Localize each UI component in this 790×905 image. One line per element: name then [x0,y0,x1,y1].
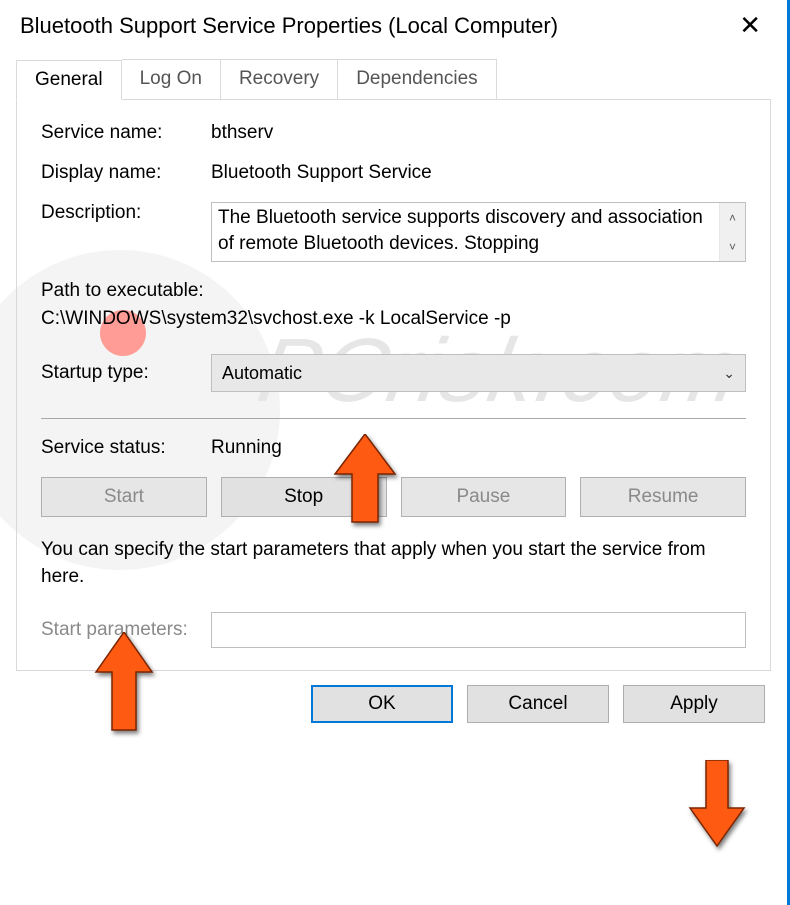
start-parameters-hint: You can specify the start parameters tha… [41,537,746,590]
label-startup-type: Startup type: [41,362,211,384]
value-service-name: bthserv [211,122,746,144]
tab-container: General Log On Recovery Dependencies Ser… [16,59,771,671]
label-display-name: Display name: [41,162,211,184]
resume-button: Resume [580,477,746,517]
tab-recovery[interactable]: Recovery [221,59,338,99]
startup-type-value: Automatic [222,363,302,384]
divider [41,418,746,419]
titlebar: Bluetooth Support Service Properties (Lo… [0,0,787,55]
chevron-down-icon: ⌄ [723,365,735,382]
value-service-status: Running [211,437,746,459]
tab-panel-general: Service name: bthserv Display name: Blue… [16,99,771,671]
value-path: C:\WINDOWS\system32\svchost.exe -k Local… [41,308,746,330]
label-service-name: Service name: [41,122,211,144]
annotation-arrow-apply [688,760,746,848]
close-icon[interactable]: ✕ [727,8,773,43]
annotation-arrow-startup [330,434,400,524]
value-display-name: Bluetooth Support Service [211,162,746,184]
window-title: Bluetooth Support Service Properties (Lo… [20,13,558,39]
label-description: Description: [41,202,211,224]
pause-button: Pause [401,477,567,517]
label-path: Path to executable: [41,280,746,302]
tabstrip: General Log On Recovery Dependencies [16,59,771,99]
description-scrollbar[interactable]: ˄ ˅ [719,203,745,261]
cancel-button[interactable]: Cancel [467,685,609,723]
ok-button[interactable]: OK [311,685,453,723]
start-button: Start [41,477,207,517]
description-text: The Bluetooth service supports discovery… [212,203,719,261]
startup-type-select[interactable]: Automatic ⌄ [211,354,746,392]
tab-logon[interactable]: Log On [122,59,221,99]
description-box: The Bluetooth service supports discovery… [211,202,746,262]
scroll-up-icon[interactable]: ˄ [720,203,745,232]
start-parameters-input [211,612,746,648]
label-service-status: Service status: [41,437,211,459]
scroll-down-icon[interactable]: ˅ [720,232,745,261]
tab-dependencies[interactable]: Dependencies [338,59,496,99]
tab-general[interactable]: General [16,60,122,100]
annotation-arrow-start [94,632,154,732]
apply-button[interactable]: Apply [623,685,765,723]
